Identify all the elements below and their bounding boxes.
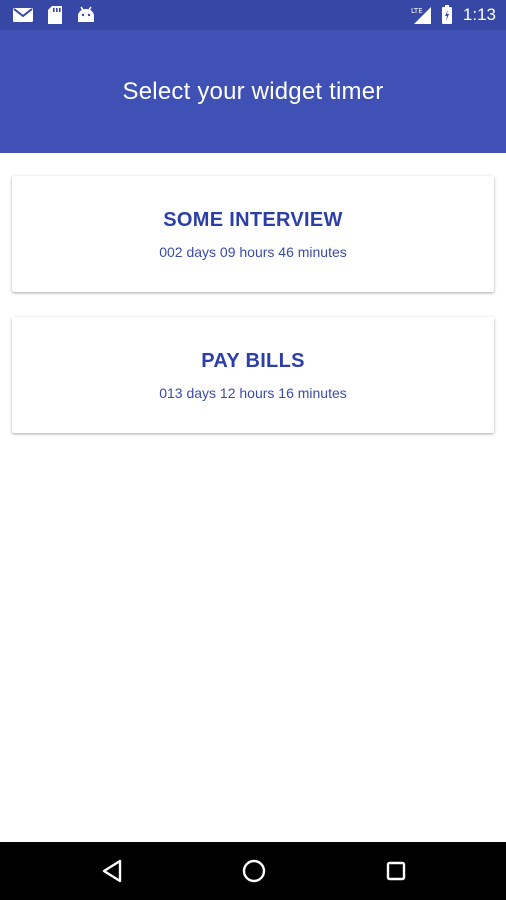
network-label: LTE xyxy=(411,7,423,15)
sd-card-icon xyxy=(46,5,64,25)
timer-remaining: 002 days 09 hours 46 minutes xyxy=(159,244,347,260)
mail-icon xyxy=(12,6,34,24)
back-button[interactable] xyxy=(97,856,127,886)
status-bar: LTE 1:13 xyxy=(0,0,506,30)
recents-button[interactable] xyxy=(381,856,411,886)
android-icon xyxy=(76,5,96,25)
timer-name: SOME INTERVIEW xyxy=(163,209,343,231)
app-bar: Select your widget timer xyxy=(0,30,506,153)
navigation-bar xyxy=(0,842,506,900)
timer-card-some-interview[interactable]: SOME INTERVIEW 002 days 09 hours 46 minu… xyxy=(12,176,494,292)
home-button[interactable] xyxy=(239,856,269,886)
notification-icons xyxy=(12,5,96,25)
system-status: LTE 1:13 xyxy=(411,4,496,26)
back-icon xyxy=(100,858,124,884)
timer-remaining: 013 days 12 hours 16 minutes xyxy=(159,385,347,401)
screen: LTE 1:13 Select your widget timer SOME I… xyxy=(0,0,506,900)
timer-name: PAY BILLS xyxy=(201,350,305,372)
battery-icon xyxy=(441,5,453,25)
timer-card-pay-bills[interactable]: PAY BILLS 013 days 12 hours 16 minutes xyxy=(12,317,494,433)
home-icon xyxy=(241,858,267,884)
page-title: Select your widget timer xyxy=(122,77,384,105)
signal-lte-icon: LTE xyxy=(411,5,433,25)
recents-icon xyxy=(384,859,408,883)
status-time: 1:13 xyxy=(462,5,496,24)
